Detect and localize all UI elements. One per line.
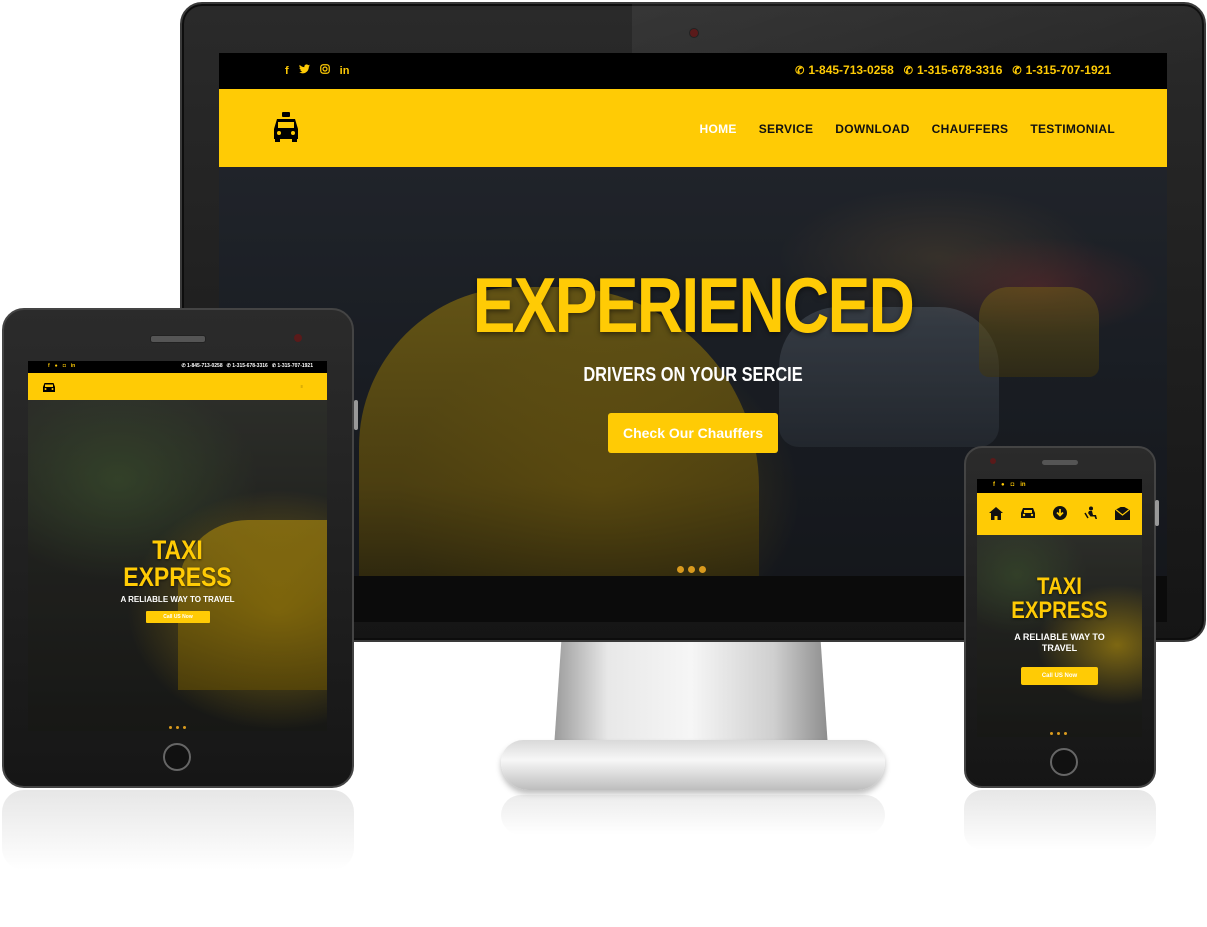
nav-home[interactable]: HOME [699, 122, 736, 136]
phone-number-text: 1-315-678-3316 [916, 63, 1003, 77]
taxi-icon[interactable] [272, 111, 300, 148]
phone-icon: ✆ [1012, 64, 1022, 77]
nav-testimonial[interactable]: TESTIMONIAL [1030, 122, 1115, 136]
phone-topbar: f ● ◘ in [977, 479, 1142, 493]
tablet-social-links: f ● ◘ in [48, 363, 75, 369]
hero-title-line: TAXI [152, 535, 203, 565]
phone-number-item[interactable]: ✆ 1-845-713-0258 [795, 63, 894, 77]
call-us-button[interactable]: Call US Now [146, 611, 210, 623]
facebook-icon[interactable]: f [993, 482, 995, 488]
hero-title: TAXI EXPRESS [989, 575, 1129, 623]
phone-numbers: ✆ 1-845-713-0258 ✆ 1-315-678-3316 ✆ 1-315-7… [795, 63, 1111, 77]
twitter-icon[interactable] [298, 64, 310, 78]
phone-speaker [1042, 460, 1078, 465]
tablet-topbar: f ● ◘ in ✆ 1-845-713-0258 ✆ 1-315-678-33… [28, 361, 327, 373]
instagram-icon[interactable]: ◘ [63, 363, 66, 369]
tablet-speaker [150, 335, 206, 343]
phone-number-text[interactable]: ✆ 1-315-707-1921 [272, 363, 313, 369]
phone-hero: TAXI EXPRESS A RELIABLE WAY TO TRAVEL Ca… [977, 535, 1142, 737]
phone-side-button [1155, 500, 1159, 526]
phone-number-text: 1-315-707-1921 [1025, 63, 1111, 77]
hero-title-line: TAXI [1037, 573, 1082, 600]
twitter-icon[interactable]: ● [1001, 482, 1005, 488]
phone-screen: f ● ◘ in TAXI EXPRESS A RELIABLE WAY TO … [977, 479, 1142, 737]
call-us-button[interactable]: Call US Now [1021, 667, 1098, 685]
linkedin-icon[interactable]: in [71, 363, 75, 369]
desktop-navbar: HOME SERVICE DOWNLOAD CHAUFFERS TESTIMON… [219, 89, 1167, 167]
tablet-navbar: ≡ [28, 373, 327, 400]
phone-number-text[interactable]: ✆ 1-845-713-0258 [181, 363, 222, 369]
chauffeur-icon[interactable] [1084, 506, 1098, 522]
phone-icon: ✆ [903, 64, 913, 77]
desktop-topbar: f in ✆ 1-845-713-0258 ✆ 1-315-678-3316 ✆ 1-… [219, 53, 1167, 89]
nav-download[interactable]: DOWNLOAD [835, 122, 909, 136]
stand-reflection [501, 795, 885, 835]
hero-subtitle: A RELIABLE WAY TO TRAVEL [1014, 632, 1105, 653]
linkedin-icon[interactable]: in [1020, 482, 1025, 488]
slider-dots [1050, 732, 1067, 735]
monitor-camera [689, 28, 699, 38]
check-chauffers-button[interactable]: Check Our Chauffers [608, 413, 778, 453]
phone-number-text[interactable]: ✆ 1-315-678-3316 [227, 363, 268, 369]
slider-dots [677, 566, 706, 573]
phone-reflection [964, 790, 1156, 850]
slider-dot[interactable] [1057, 732, 1060, 735]
tablet-side-button [354, 400, 358, 430]
twitter-icon[interactable]: ● [55, 363, 58, 369]
nav-service[interactable]: SERVICE [759, 122, 814, 136]
slider-dot[interactable] [169, 726, 172, 729]
phone-icon-navbar [977, 493, 1142, 535]
instagram-icon[interactable]: ◘ [1011, 482, 1015, 488]
tablet-home-button[interactable] [163, 743, 191, 771]
nav-chauffers[interactable]: CHAUFFERS [932, 122, 1009, 136]
monitor-stand-base [501, 740, 885, 790]
mail-icon[interactable] [1114, 505, 1130, 522]
linkedin-icon[interactable]: in [340, 64, 350, 78]
phone-number-item[interactable]: ✆ 1-315-707-1921 [1012, 63, 1111, 77]
menu-toggle-icon[interactable]: ≡ [301, 384, 303, 389]
tablet-camera [294, 334, 302, 342]
phone-number-text: 1-845-713-0258 [808, 63, 894, 77]
slider-dot[interactable] [176, 726, 179, 729]
hero-title-line: EXPRESS [123, 562, 232, 592]
car-icon[interactable] [1020, 507, 1036, 521]
home-icon[interactable] [989, 506, 1004, 522]
slider-dots [169, 726, 186, 729]
phone-icon: ✆ [795, 64, 805, 77]
facebook-icon[interactable]: f [285, 64, 289, 78]
main-menu: HOME SERVICE DOWNLOAD CHAUFFERS TESTIMON… [699, 122, 1115, 136]
slider-dot[interactable] [677, 566, 684, 573]
download-icon[interactable] [1052, 506, 1067, 522]
phone-home-button[interactable] [1050, 748, 1078, 776]
phone-camera [990, 458, 996, 464]
slider-dot[interactable] [688, 566, 695, 573]
hero-title-line: EXPRESS [1011, 597, 1108, 624]
slider-dot[interactable] [699, 566, 706, 573]
hero-subtitle: DRIVERS ON YOUR SERCIE [583, 364, 803, 386]
hero-title: TAXI EXPRESS [50, 537, 304, 591]
tablet-phone-numbers: ✆ 1-845-713-0258 ✆ 1-315-678-3316 ✆ 1-31… [181, 363, 313, 369]
slider-dot[interactable] [1064, 732, 1067, 735]
tablet-hero: TAXI EXPRESS A RELIABLE WAY TO TRAVEL Ca… [28, 400, 327, 731]
hero-title: EXPERIENCED [472, 261, 915, 349]
phone-social-links: f ● ◘ in [993, 482, 1026, 488]
instagram-icon[interactable] [319, 64, 330, 78]
tablet-reflection [2, 790, 354, 870]
social-links: f in [285, 64, 349, 78]
phone-number-item[interactable]: ✆ 1-315-678-3316 [904, 63, 1003, 77]
hero-subtitle: A RELIABLE WAY TO TRAVEL [120, 595, 235, 604]
taxi-icon[interactable] [42, 380, 56, 398]
slider-dot[interactable] [1050, 732, 1053, 735]
tablet-screen: f ● ◘ in ✆ 1-845-713-0258 ✆ 1-315-678-33… [28, 361, 327, 731]
facebook-icon[interactable]: f [48, 363, 50, 369]
slider-dot[interactable] [183, 726, 186, 729]
